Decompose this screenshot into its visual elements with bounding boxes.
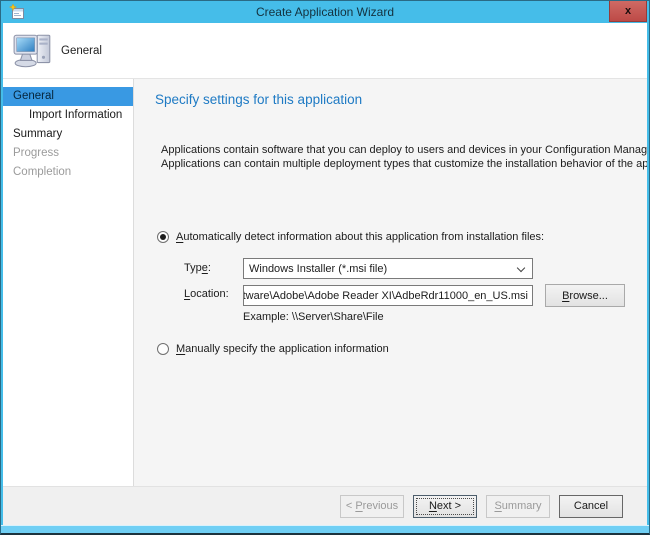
cancel-button[interactable]: Cancel bbox=[559, 494, 623, 518]
sidebar-item-progress: Progress bbox=[13, 147, 60, 159]
sidebar-item-completion: Completion bbox=[13, 166, 72, 178]
summary-button: Summary bbox=[486, 494, 550, 518]
radio-automatically-detect-label: Automatically detect information about t… bbox=[176, 231, 545, 243]
create-application-wizard-window: Create Application Wizard x General Gene… bbox=[0, 0, 650, 535]
wizard-app-icon bbox=[8, 3, 25, 20]
wizard-footer: < Previous Next > Summary Cancel bbox=[3, 486, 647, 525]
type-dropdown-value: Windows Installer (*.msi file) bbox=[249, 262, 388, 275]
window-title: Create Application Wizard bbox=[255, 5, 395, 19]
radio-button-icon[interactable] bbox=[157, 343, 169, 355]
sidebar-item-general[interactable]: General bbox=[3, 87, 133, 106]
type-dropdown[interactable]: Windows Installer (*.msi file) bbox=[243, 258, 533, 279]
previous-button: < Previous bbox=[340, 494, 404, 518]
chevron-down-icon bbox=[516, 263, 526, 273]
type-label: Type: bbox=[184, 262, 211, 274]
radio-automatically-detect[interactable]: Automatically detect information about t… bbox=[157, 231, 544, 243]
close-icon: x bbox=[624, 5, 632, 17]
radio-button-icon[interactable] bbox=[157, 231, 169, 243]
page-title: Specify settings for this application bbox=[155, 92, 363, 107]
titlebar[interactable]: Create Application Wizard x bbox=[1, 1, 649, 23]
radio-manually-specify-label: Manually specify the application informa… bbox=[176, 343, 389, 355]
description-text: Applications contain software that you c… bbox=[161, 143, 647, 171]
next-button[interactable]: Next > bbox=[413, 494, 477, 518]
description-line-1: Applications contain software that you c… bbox=[161, 144, 647, 156]
wizard-header: General bbox=[3, 23, 647, 79]
wizard-steps-sidebar: General Import Information Summary Progr… bbox=[3, 79, 134, 486]
sidebar-item-summary[interactable]: Summary bbox=[3, 125, 133, 144]
wizard-content-pane: Specify settings for this application Ap… bbox=[134, 79, 647, 486]
radio-manually-specify[interactable]: Manually specify the application informa… bbox=[157, 343, 389, 355]
sidebar-item-import-information[interactable]: Import Information bbox=[3, 106, 133, 125]
location-label: Location: bbox=[184, 288, 229, 300]
description-line-2: Applications can contain multiple deploy… bbox=[161, 158, 647, 170]
window-bottom-border bbox=[1, 525, 649, 533]
close-button[interactable]: x bbox=[609, 1, 647, 22]
computer-icon bbox=[12, 30, 54, 72]
browse-button[interactable]: Browse... bbox=[545, 284, 625, 307]
wizard-main: General Import Information Summary Progr… bbox=[3, 79, 647, 486]
wizard-body: General General Import Information Summa… bbox=[3, 23, 647, 525]
location-example-text: Example: \\Server\Share\File bbox=[243, 311, 384, 323]
location-input-value: ources$\Software\Adobe\Adobe Reader XI\A… bbox=[244, 289, 528, 302]
location-input[interactable]: ources$\Software\Adobe\Adobe Reader XI\A… bbox=[243, 285, 533, 306]
header-page-label: General bbox=[61, 45, 102, 57]
